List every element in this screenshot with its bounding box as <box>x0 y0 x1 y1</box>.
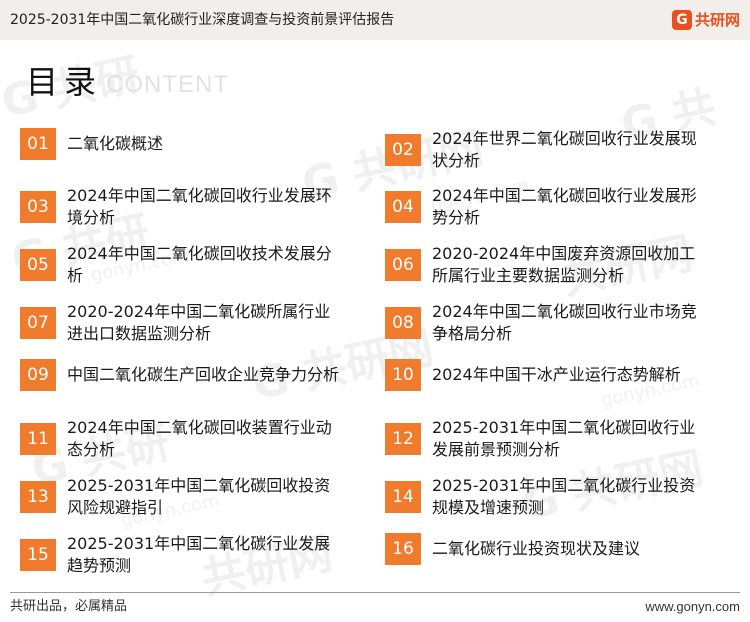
toc-item-number: 03 <box>20 191 56 223</box>
toc-item-number: 11 <box>20 423 56 455</box>
toc-item[interactable]: 11 2024年中国二氧化碳回收装置行业动态分析 <box>20 417 342 461</box>
brand-logo-icon: G <box>671 10 692 30</box>
toc-item-number: 14 <box>385 481 421 513</box>
report-header: 2025-2031年中国二氧化碳行业深度调查与投资前景评估报告 G 共研网 <box>0 0 750 40</box>
toc-item-number: 16 <box>385 533 421 565</box>
toc-item-label: 2024年中国二氧化碳回收行业发展环境分析 <box>67 186 332 227</box>
toc-item-label: 2020-2024年中国二氧化碳所属行业进出口数据监测分析 <box>67 302 331 343</box>
toc-item[interactable]: 08 2024年中国二氧化碳回收行业市场竞争格局分析 <box>385 301 707 345</box>
toc-item[interactable]: 10 2024年中国干冰产业运行态势解析 <box>385 359 707 391</box>
toc-item-number: 10 <box>385 359 421 391</box>
toc-item[interactable]: 16 二氧化碳行业投资现状及建议 <box>385 533 707 565</box>
brand-name: 共研网 <box>694 11 740 29</box>
toc-item-number: 13 <box>20 481 56 513</box>
toc-item[interactable]: 12 2025-2031年中国二氧化碳回收行业发展前景预测分析 <box>385 417 707 461</box>
toc-item-label: 2025-2031年中国二氧化碳行业发展趋势预测 <box>67 534 331 575</box>
toc-item[interactable]: 04 2024年中国二氧化碳回收行业发展形势分析 <box>385 185 707 229</box>
toc-item-number: 08 <box>385 307 421 339</box>
footer-url[interactable]: www.gonyn.com <box>645 598 740 616</box>
toc-item-label: 2024年中国干冰产业运行态势解析 <box>432 365 681 384</box>
toc-item[interactable]: 14 2025-2031年中国二氧化碳行业投资规模及增速预测 <box>385 475 707 519</box>
toc-subtitle: CONTENT <box>106 71 229 98</box>
toc-item-label: 中国二氧化碳生产回收企业竞争力分析 <box>67 365 340 384</box>
toc-item-number: 04 <box>385 191 421 223</box>
toc-item-number: 02 <box>385 134 421 166</box>
toc-item-number: 12 <box>385 423 421 455</box>
toc-item[interactable]: 01 二氧化碳概述 <box>20 128 342 160</box>
toc-item-number: 05 <box>20 249 56 281</box>
toc-item-label: 2025-2031年中国二氧化碳回收行业发展前景预测分析 <box>432 418 696 459</box>
toc-item[interactable]: 15 2025-2031年中国二氧化碳行业发展趋势预测 <box>20 533 342 577</box>
toc-item[interactable]: 03 2024年中国二氧化碳回收行业发展环境分析 <box>20 185 342 229</box>
toc-item[interactable]: 02 2024年世界二氧化碳回收行业发展现状分析 <box>385 128 707 172</box>
toc-item-number: 09 <box>20 359 56 391</box>
toc-item-label: 2020-2024年中国废弃资源回收加工所属行业主要数据监测分析 <box>432 244 696 285</box>
toc-item-number: 06 <box>385 249 421 281</box>
toc-item-label: 2025-2031年中国二氧化碳行业投资规模及增速预测 <box>432 476 696 517</box>
toc-item-label: 二氧化碳行业投资现状及建议 <box>432 539 641 558</box>
toc-item-label: 2024年中国二氧化碳回收行业发展形势分析 <box>432 186 697 227</box>
toc-item-number: 15 <box>20 539 56 571</box>
toc-item[interactable]: 07 2020-2024年中国二氧化碳所属行业进出口数据监测分析 <box>20 301 342 345</box>
toc-item-label: 2024年中国二氧化碳回收装置行业动态分析 <box>67 418 332 459</box>
toc-item[interactable]: 05 2024年中国二氧化碳回收技术发展分析 <box>20 243 342 287</box>
report-title: 2025-2031年中国二氧化碳行业深度调查与投资前景评估报告 <box>10 12 395 28</box>
toc-item[interactable]: 06 2020-2024年中国废弃资源回收加工所属行业主要数据监测分析 <box>385 243 707 287</box>
toc-item-number: 07 <box>20 307 56 339</box>
toc-item-label: 2024年世界二氧化碳回收行业发展现状分析 <box>432 129 697 170</box>
brand-logo-group: G 共研网 <box>671 8 740 32</box>
toc-item[interactable]: 13 2025-2031年中国二氧化碳回收投资风险规避指引 <box>20 475 342 519</box>
footer-slogan: 共研出品，必属精品 <box>10 599 128 614</box>
toc-item-label: 2024年中国二氧化碳回收技术发展分析 <box>67 244 332 285</box>
toc-item-label: 2025-2031年中国二氧化碳回收投资风险规避指引 <box>67 476 331 517</box>
footer-divider <box>10 592 740 593</box>
toc-item-number: 01 <box>20 128 56 160</box>
toc-item[interactable]: 09 中国二氧化碳生产回收企业竞争力分析 <box>20 359 342 391</box>
toc-item-label: 二氧化碳概述 <box>67 134 164 153</box>
toc-title: 目录 <box>26 63 103 101</box>
toc-item-label: 2024年中国二氧化碳回收行业市场竞争格局分析 <box>432 302 697 343</box>
